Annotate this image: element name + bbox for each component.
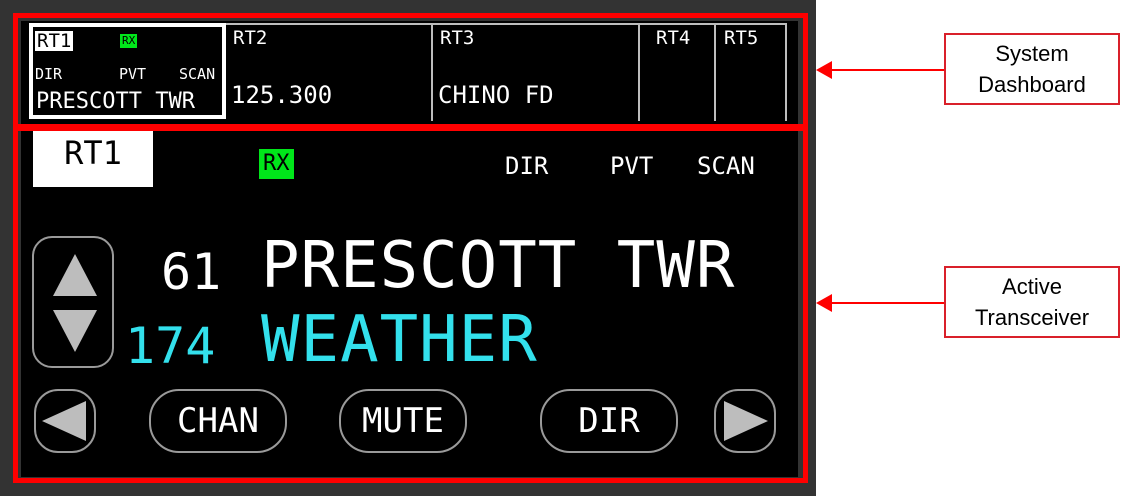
callout-line-1: System [995, 41, 1069, 66]
dashboard-arrow-line [830, 69, 944, 71]
transceiver-highlight [13, 126, 808, 483]
transceiver-arrow-line [830, 302, 944, 304]
system-dashboard-callout: System Dashboard [944, 33, 1120, 105]
callout-line-2: Dashboard [978, 72, 1086, 97]
active-transceiver-callout: Active Transceiver [944, 266, 1120, 338]
callout-line-2: Transceiver [974, 305, 1090, 330]
dashboard-highlight [13, 13, 808, 129]
callout-line-1: Active [1002, 274, 1062, 299]
transceiver-arrow-head [816, 294, 832, 312]
dashboard-arrow-head [816, 61, 832, 79]
